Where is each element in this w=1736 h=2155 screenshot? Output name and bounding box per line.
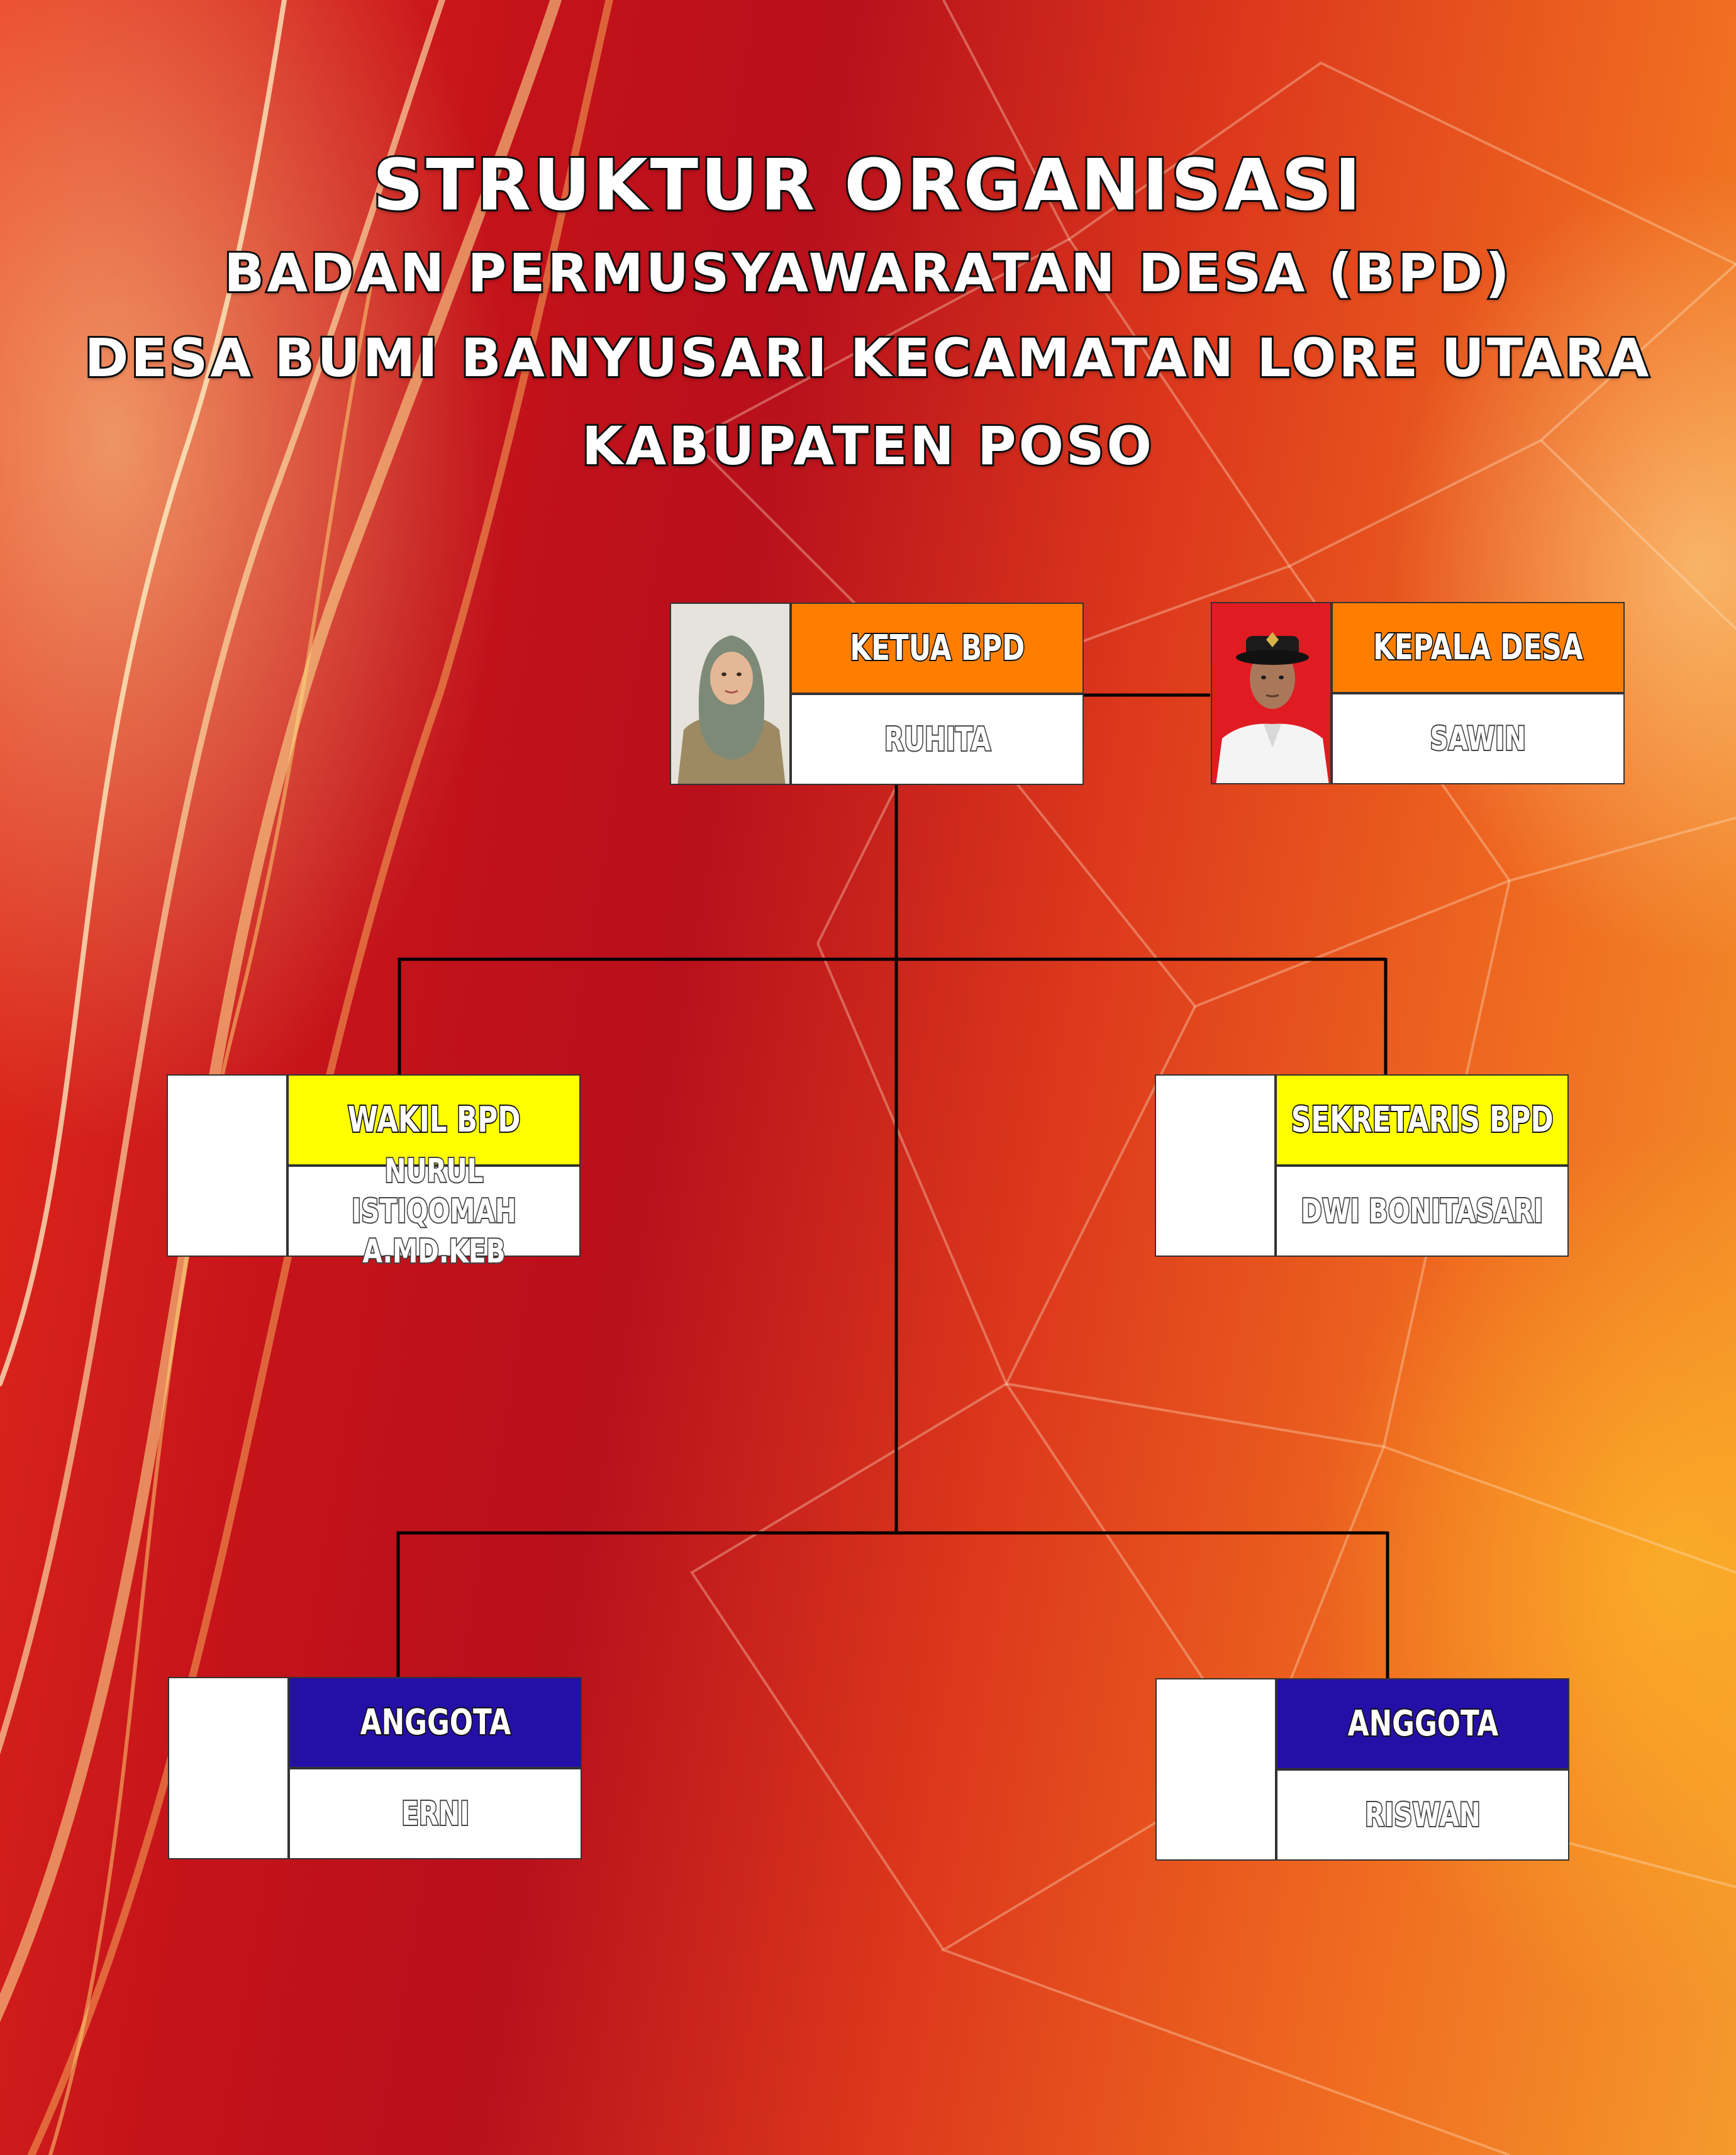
anggota2-photo-placeholder <box>1155 1678 1276 1861</box>
card-anggota-2: ANGGOTA RISWAN <box>1155 1678 1571 1861</box>
card-kepala-desa: KEPALA DESA SAWIN <box>1211 602 1626 784</box>
kepala-name-label: SAWIN <box>1332 693 1625 784</box>
wakil-photo-placeholder <box>167 1074 287 1257</box>
card-ketua-bpd: KETUA BPD RUHITA <box>670 603 1085 785</box>
anggota2-name-label: RISWAN <box>1276 1769 1569 1861</box>
card-wakil-bpd: WAKIL BPD NURUL ISTIQOMAH A.MD.KEB <box>167 1074 582 1272</box>
sekretaris-photo-placeholder <box>1155 1074 1276 1257</box>
woman-hijab-portrait-icon <box>671 604 789 784</box>
kepala-role-label: KEPALA DESA <box>1332 602 1625 693</box>
sekretaris-role-label: SEKRETARIS BPD <box>1276 1074 1569 1166</box>
wakil-name-label: NURUL ISTIQOMAH A.MD.KEB <box>287 1151 581 1272</box>
man-uniform-portrait-icon <box>1212 603 1330 783</box>
card-sekretaris-bpd: SEKRETARIS BPD DWI BONITASARI <box>1155 1074 1570 1257</box>
ketua-role-label: KETUA BPD <box>791 603 1084 694</box>
anggota1-role-label: ANGGOTA <box>289 1677 582 1768</box>
anggota1-photo-placeholder <box>168 1677 289 1859</box>
ketua-name-label: RUHITA <box>791 694 1084 785</box>
anggota1-name-label: ERNI <box>289 1768 582 1859</box>
card-anggota-1: ANGGOTA ERNI <box>168 1677 583 1859</box>
sekretaris-name-label: DWI BONITASARI <box>1276 1166 1569 1257</box>
ketua-photo <box>670 603 791 785</box>
anggota2-role-label: ANGGOTA <box>1276 1678 1569 1769</box>
kepala-photo <box>1211 602 1332 784</box>
